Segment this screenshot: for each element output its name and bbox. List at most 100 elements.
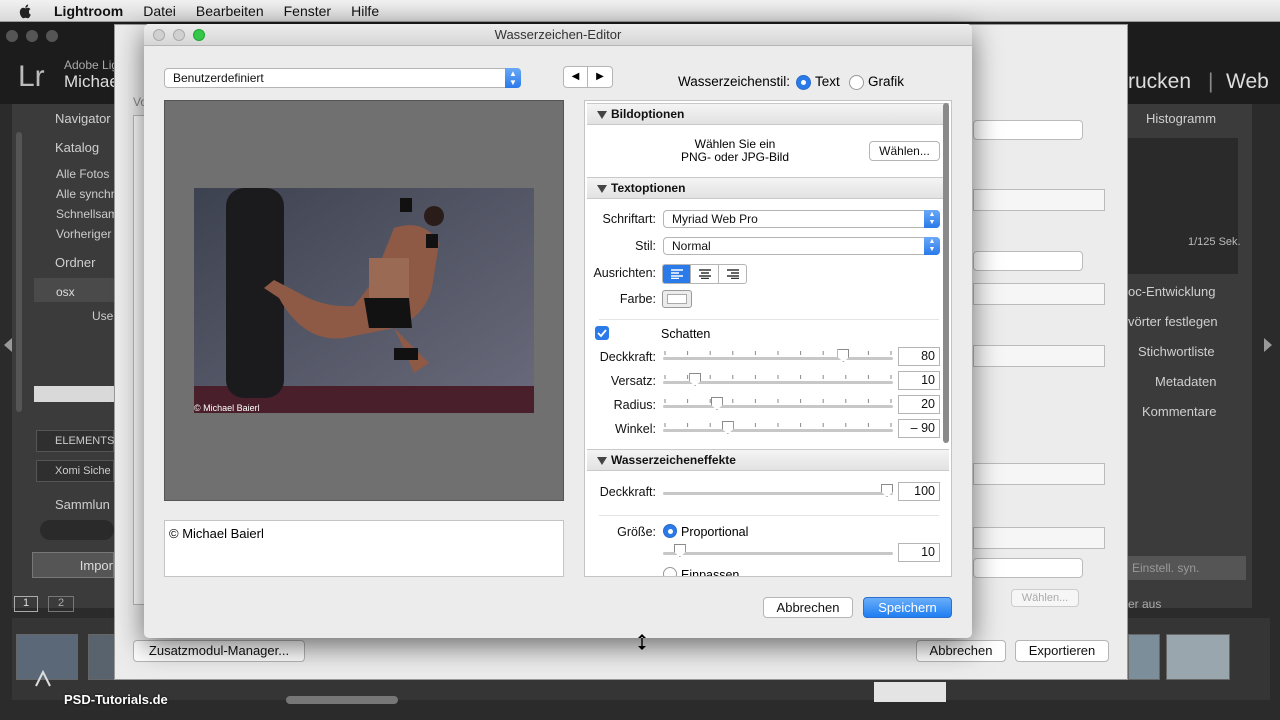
align-center-button[interactable] <box>691 265 719 283</box>
module-drucken[interactable]: rucken <box>1128 70 1191 94</box>
previous-image-button[interactable]: ◀ <box>564 67 588 87</box>
shadow-slider-value[interactable]: 80 <box>898 347 940 366</box>
filmstrip-scrollbar[interactable] <box>286 696 398 704</box>
katalog-item[interactable]: Schnellsam <box>56 207 118 221</box>
close-button[interactable] <box>153 29 165 41</box>
katalog-item[interactable]: Alle Fotos <box>56 167 109 181</box>
menu-bearbeiten[interactable]: Bearbeiten <box>196 3 264 19</box>
export-popup[interactable] <box>973 558 1083 578</box>
collection-search[interactable] <box>40 520 114 540</box>
options-scrollbar[interactable] <box>943 103 949 443</box>
section-wasserzeicheneffekte[interactable]: Wasserzeicheneffekte <box>587 449 949 471</box>
shadow-slider-thumb[interactable] <box>689 373 702 386</box>
minimize-button[interactable] <box>173 29 185 41</box>
panel-histogramm[interactable]: Histogramm <box>1146 111 1216 126</box>
align-left-button[interactable] <box>663 265 691 283</box>
volume-elements[interactable]: ELEMENTS <box>36 430 114 452</box>
katalog-item[interactable]: Vorheriger <box>56 227 111 241</box>
panel-keyword-list[interactable]: Stichwortliste <box>1138 344 1215 359</box>
align-right-button[interactable] <box>719 265 746 283</box>
export-field[interactable] <box>973 345 1105 367</box>
filmstrip-selected[interactable] <box>874 682 946 702</box>
menu-lightroom[interactable]: Lightroom <box>54 3 123 19</box>
panel-ordner[interactable]: Ordner <box>55 255 95 270</box>
menu-hilfe[interactable]: Hilfe <box>351 3 379 19</box>
shadow-checkbox[interactable] <box>595 326 609 340</box>
choose-image-button[interactable]: Wählen... <box>869 141 940 161</box>
section-bildoptionen[interactable]: Bildoptionen <box>587 103 949 125</box>
effect-opacity-thumb[interactable] <box>881 484 893 497</box>
filmstrip-thumb[interactable] <box>1166 634 1230 680</box>
style-grafik-label[interactable]: Grafik <box>868 74 904 89</box>
shadow-slider-value[interactable]: – 90 <box>898 419 940 438</box>
preset-select[interactable]: Benutzerdefiniert ▲ ▼ <box>164 68 521 88</box>
export-field[interactable] <box>973 189 1105 211</box>
color-swatch-button[interactable] <box>662 290 692 308</box>
import-button[interactable]: Impor <box>32 552 114 578</box>
shadow-slider-value[interactable]: 10 <box>898 371 940 390</box>
save-button[interactable]: Speichern <box>863 597 952 618</box>
shadow-label[interactable]: Schatten <box>661 327 710 341</box>
selected-folder-row[interactable] <box>34 386 114 402</box>
left-panel-toggle-icon[interactable] <box>4 338 12 352</box>
shadow-slider-value[interactable]: 20 <box>898 395 940 414</box>
panel-quick-develop[interactable]: oc-Entwicklung <box>1128 284 1215 299</box>
panel-metadata[interactable]: Metadaten <box>1155 374 1216 389</box>
effect-opacity-value[interactable]: 100 <box>898 482 940 501</box>
style-grafik-radio[interactable] <box>849 75 864 90</box>
addon-manager-button[interactable]: Zusatzmodul-Manager... <box>133 640 305 662</box>
volume-xomi[interactable]: Xomi Siche <box>36 460 114 482</box>
export-field[interactable] <box>973 283 1105 305</box>
lr-minimize-button[interactable] <box>26 30 38 42</box>
export-button[interactable]: Exportieren <box>1015 640 1109 662</box>
style-text-radio[interactable] <box>796 75 811 90</box>
export-popup[interactable] <box>973 251 1083 271</box>
size-proportional-label[interactable]: Proportional <box>681 525 748 539</box>
panel-keywording[interactable]: vörter festlegen <box>1128 314 1218 329</box>
export-cancel-button[interactable]: Abbrechen <box>916 640 1006 662</box>
export-field[interactable] <box>973 527 1105 549</box>
zoom-button[interactable] <box>193 29 205 41</box>
cancel-button[interactable]: Abbrechen <box>763 597 853 618</box>
export-popup[interactable] <box>973 120 1083 140</box>
export-waehlen-button[interactable]: Wählen... <box>1011 589 1079 607</box>
section-textoptionen[interactable]: Textoptionen <box>587 177 949 199</box>
panel-comments[interactable]: Kommentare <box>1142 404 1216 419</box>
apple-icon[interactable] <box>18 3 34 19</box>
filmstrip-thumb[interactable] <box>1128 634 1160 680</box>
panel-katalog[interactable]: Katalog <box>55 140 99 155</box>
size-proportional-radio[interactable] <box>663 524 677 538</box>
shadow-slider-track[interactable] <box>663 357 893 360</box>
watermark-text-input[interactable]: © Michael Baierl <box>164 520 564 577</box>
filter-label[interactable]: er aus <box>1128 597 1161 611</box>
sync-settings-button[interactable]: Einstell. syn. <box>1128 556 1246 580</box>
lr-close-button[interactable] <box>6 30 18 42</box>
size-thumb[interactable] <box>673 544 686 557</box>
font-select[interactable]: Myriad Web Pro ▲ ▼ <box>663 210 940 228</box>
left-panel-scrollbar[interactable] <box>16 132 22 412</box>
size-fit-label[interactable]: Einpassen <box>681 568 739 576</box>
panel-navigator[interactable]: Navigator <box>55 111 111 126</box>
style-text-label[interactable]: Text <box>815 74 840 89</box>
shadow-slider-thumb[interactable] <box>837 349 850 362</box>
shadow-slider-track[interactable] <box>663 405 893 408</box>
shadow-slider-thumb[interactable] <box>721 421 734 434</box>
shadow-slider-thumb[interactable] <box>710 397 723 410</box>
katalog-item[interactable]: Alle synchr <box>56 187 115 201</box>
style-select[interactable]: Normal ▲ ▼ <box>663 237 940 255</box>
menu-datei[interactable]: Datei <box>143 3 176 19</box>
export-field[interactable] <box>973 463 1105 485</box>
shadow-slider-track[interactable] <box>663 429 893 432</box>
lr-zoom-button[interactable] <box>46 30 58 42</box>
monitor-2-button[interactable]: 2 <box>48 596 74 612</box>
menu-fenster[interactable]: Fenster <box>284 3 331 19</box>
monitor-1-button[interactable]: 1 <box>14 596 38 612</box>
panel-sammlungen[interactable]: Sammlun <box>55 497 110 512</box>
size-track[interactable] <box>663 552 893 555</box>
size-value[interactable]: 10 <box>898 543 940 562</box>
effect-opacity-track[interactable] <box>663 492 893 495</box>
size-fit-radio[interactable] <box>663 567 677 576</box>
right-panel-toggle-icon[interactable] <box>1264 338 1272 352</box>
next-image-button[interactable]: ▶ <box>588 67 612 87</box>
module-web[interactable]: Web <box>1226 70 1269 94</box>
